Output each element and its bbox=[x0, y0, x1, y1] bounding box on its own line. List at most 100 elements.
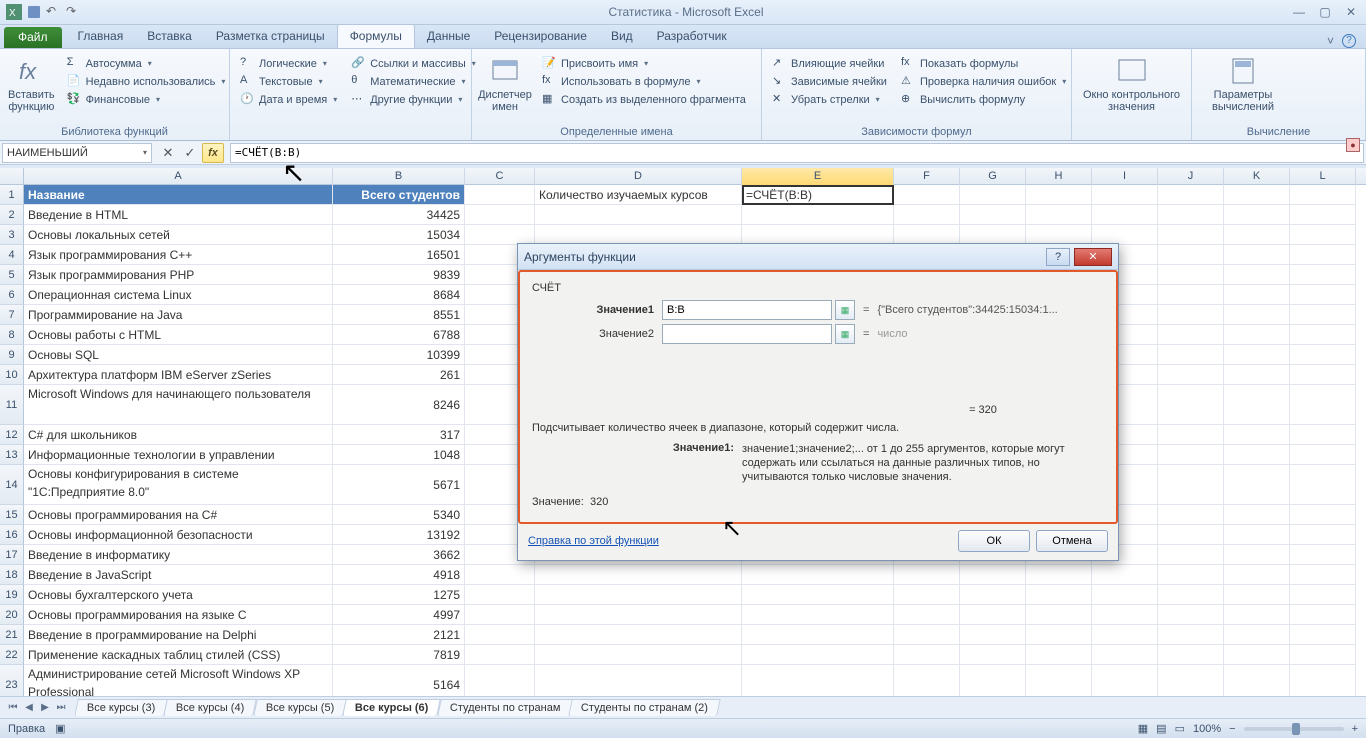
tab-formulas[interactable]: Формулы bbox=[337, 24, 415, 48]
cell[interactable] bbox=[1290, 665, 1356, 696]
row-header[interactable]: 11 bbox=[0, 385, 24, 425]
use-in-formula-button[interactable]: fxИспользовать в формуле▾ bbox=[538, 73, 750, 90]
cell[interactable]: Основы программирования на C# bbox=[24, 505, 333, 525]
cell[interactable] bbox=[1158, 505, 1224, 525]
row-header[interactable]: 3 bbox=[0, 225, 24, 245]
cell[interactable] bbox=[1224, 205, 1290, 225]
arg2-input[interactable] bbox=[662, 324, 832, 344]
row-header[interactable]: 17 bbox=[0, 545, 24, 565]
trace-precedents-button[interactable]: ↗Влияющие ячейки bbox=[768, 55, 891, 72]
cell[interactable]: 1048 bbox=[333, 445, 465, 465]
cell[interactable]: 9839 bbox=[333, 265, 465, 285]
sheet-nav-last-icon[interactable]: ⏭ bbox=[54, 702, 68, 713]
cell[interactable] bbox=[894, 565, 960, 585]
cell[interactable] bbox=[742, 565, 894, 585]
cell[interactable]: 7819 bbox=[333, 645, 465, 665]
cell[interactable] bbox=[465, 185, 535, 205]
col-header[interactable]: C bbox=[465, 168, 535, 185]
cell[interactable] bbox=[465, 205, 535, 225]
maximize-icon[interactable]: ▢ bbox=[1316, 5, 1334, 19]
cell[interactable] bbox=[1158, 205, 1224, 225]
cell[interactable]: Программирование на Java bbox=[24, 305, 333, 325]
math-button[interactable]: θМатематические▾ bbox=[347, 73, 480, 90]
col-header[interactable]: L bbox=[1290, 168, 1356, 185]
row-header[interactable]: 15 bbox=[0, 505, 24, 525]
cell[interactable] bbox=[894, 225, 960, 245]
autosum-button[interactable]: ΣАвтосумма▾ bbox=[63, 55, 230, 72]
tab-review[interactable]: Рецензирование bbox=[482, 25, 599, 48]
cell[interactable] bbox=[894, 185, 960, 205]
cancel-formula-icon[interactable]: ✕ bbox=[158, 143, 178, 163]
cell[interactable] bbox=[1224, 305, 1290, 325]
cell[interactable] bbox=[535, 605, 742, 625]
view-layout-icon[interactable]: ▤ bbox=[1156, 722, 1166, 735]
cell[interactable] bbox=[1224, 325, 1290, 345]
ok-button[interactable]: ОК bbox=[958, 530, 1030, 552]
row-header[interactable]: 13 bbox=[0, 445, 24, 465]
cell[interactable] bbox=[1224, 185, 1290, 205]
cell[interactable] bbox=[894, 645, 960, 665]
cell[interactable] bbox=[465, 645, 535, 665]
tab-file[interactable]: Файл bbox=[4, 27, 62, 48]
cell[interactable]: Информационные технологии в управлении bbox=[24, 445, 333, 465]
row-header[interactable]: 10 bbox=[0, 365, 24, 385]
cell[interactable] bbox=[1092, 645, 1158, 665]
cell[interactable]: Язык программирования PHP bbox=[24, 265, 333, 285]
cell[interactable] bbox=[1290, 445, 1356, 465]
dialog-close-icon[interactable]: ✕ bbox=[1074, 248, 1112, 266]
cell[interactable]: Архитектура платформ IBM eServer zSeries bbox=[24, 365, 333, 385]
cell[interactable]: Операционная система Linux bbox=[24, 285, 333, 305]
cell[interactable] bbox=[1092, 585, 1158, 605]
cell[interactable] bbox=[960, 565, 1026, 585]
cell[interactable] bbox=[1290, 285, 1356, 305]
cell[interactable]: Язык программирования C++ bbox=[24, 245, 333, 265]
cell[interactable] bbox=[1224, 425, 1290, 445]
cell[interactable] bbox=[1224, 445, 1290, 465]
cell[interactable] bbox=[1158, 385, 1224, 425]
accept-formula-icon[interactable]: ✓ bbox=[180, 143, 200, 163]
cell[interactable] bbox=[1290, 245, 1356, 265]
cell[interactable] bbox=[742, 645, 894, 665]
arg2-ref-icon[interactable]: ▦ bbox=[835, 324, 855, 344]
create-from-selection-button[interactable]: ▦Создать из выделенного фрагмента bbox=[538, 91, 750, 108]
col-header[interactable]: G bbox=[960, 168, 1026, 185]
cell[interactable] bbox=[1092, 665, 1158, 696]
cell[interactable] bbox=[1092, 185, 1158, 205]
cell[interactable]: 5671 bbox=[333, 465, 465, 505]
cell[interactable]: 5164 bbox=[333, 665, 465, 696]
dialog-help-link[interactable]: Справка по этой функции bbox=[528, 535, 659, 547]
select-all-corner[interactable] bbox=[0, 168, 24, 184]
cell[interactable] bbox=[1224, 525, 1290, 545]
cell[interactable]: Основы SQL bbox=[24, 345, 333, 365]
cell[interactable] bbox=[960, 605, 1026, 625]
col-header[interactable]: D bbox=[535, 168, 742, 185]
sheet-nav-prev-icon[interactable]: ◀ bbox=[22, 702, 36, 713]
cell[interactable]: Microsoft Windows для начинающего пользо… bbox=[24, 385, 333, 425]
col-header[interactable]: B bbox=[333, 168, 465, 185]
ribbon-minimize-icon[interactable]: ˅ bbox=[1327, 34, 1334, 48]
cell[interactable] bbox=[1158, 345, 1224, 365]
cell[interactable] bbox=[1224, 545, 1290, 565]
cell[interactable] bbox=[1158, 625, 1224, 645]
cell[interactable] bbox=[1092, 225, 1158, 245]
cell[interactable]: 3662 bbox=[333, 545, 465, 565]
cell[interactable] bbox=[535, 625, 742, 645]
sheet-tab[interactable]: Студенты по странам bbox=[437, 699, 573, 716]
col-header[interactable]: F bbox=[894, 168, 960, 185]
cell[interactable] bbox=[960, 205, 1026, 225]
zoom-slider[interactable] bbox=[1244, 727, 1344, 731]
error-checking-button[interactable]: ⚠Проверка наличия ошибок▾ bbox=[897, 73, 1070, 90]
sheet-tab[interactable]: Студенты по странам (2) bbox=[568, 699, 721, 716]
cell[interactable]: Администрирование сетей Microsoft Window… bbox=[24, 665, 333, 696]
cell[interactable]: 8684 bbox=[333, 285, 465, 305]
watch-window-button[interactable]: Окно контрольного значения bbox=[1078, 53, 1185, 125]
row-header[interactable]: 8 bbox=[0, 325, 24, 345]
cell[interactable] bbox=[1290, 365, 1356, 385]
close-icon[interactable]: ✕ bbox=[1342, 5, 1360, 19]
cell[interactable] bbox=[1224, 565, 1290, 585]
cell[interactable] bbox=[465, 565, 535, 585]
cell[interactable] bbox=[1290, 425, 1356, 445]
cell[interactable] bbox=[1224, 245, 1290, 265]
lookup-button[interactable]: 🔗Ссылки и массивы▾ bbox=[347, 55, 480, 72]
remove-arrows-button[interactable]: ✕Убрать стрелки▾ bbox=[768, 91, 891, 108]
